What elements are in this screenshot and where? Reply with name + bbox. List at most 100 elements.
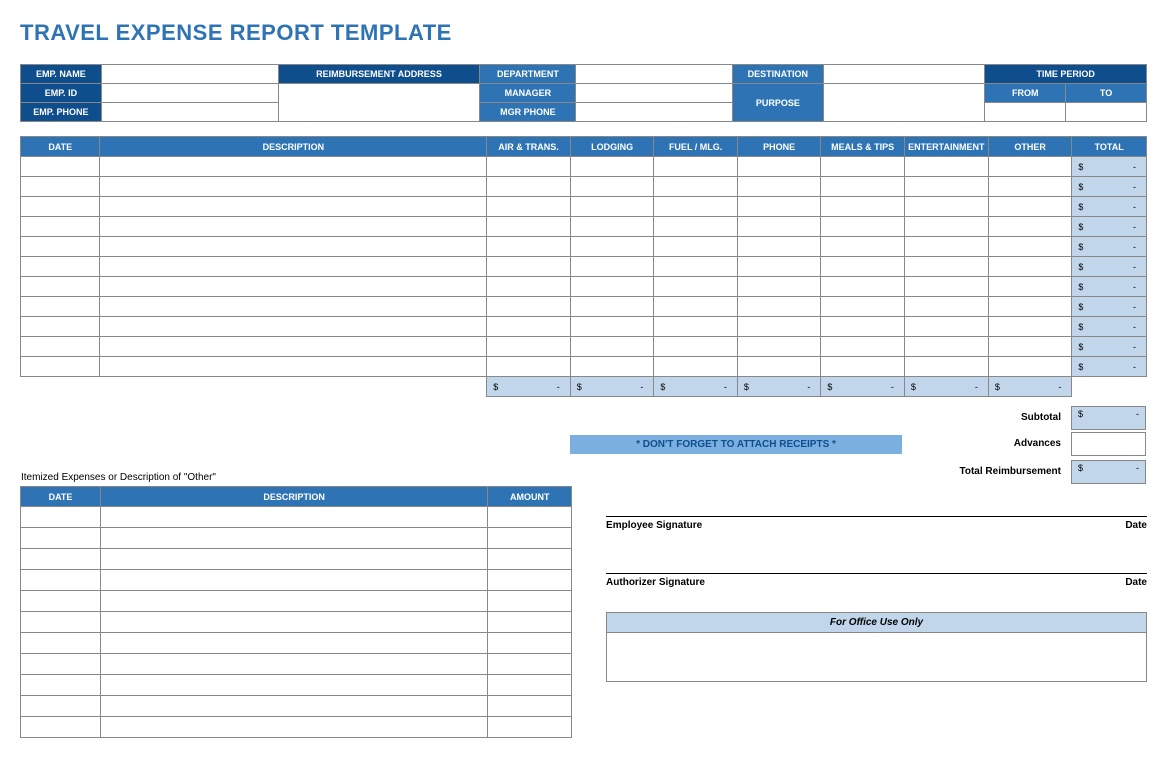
expense-cell[interactable] [487, 237, 571, 257]
expense-cell[interactable] [100, 237, 487, 257]
itemized-cell[interactable] [21, 717, 101, 738]
expense-cell[interactable] [904, 177, 988, 197]
expense-cell[interactable] [570, 297, 654, 317]
expense-cell[interactable] [737, 257, 821, 277]
itemized-cell[interactable] [21, 696, 101, 717]
expense-cell[interactable] [904, 357, 988, 377]
expense-cell[interactable] [988, 357, 1072, 377]
expense-cell[interactable] [988, 317, 1072, 337]
itemized-cell[interactable] [101, 696, 488, 717]
expense-cell[interactable] [487, 317, 571, 337]
expense-cell[interactable] [654, 157, 737, 177]
expense-cell[interactable] [821, 177, 905, 197]
expense-cell[interactable] [570, 157, 654, 177]
itemized-cell[interactable] [101, 675, 488, 696]
expense-cell[interactable] [821, 197, 905, 217]
expense-cell[interactable] [904, 317, 988, 337]
expense-cell[interactable] [570, 197, 654, 217]
input-manager[interactable] [576, 84, 733, 103]
itemized-cell[interactable] [21, 570, 101, 591]
input-purpose[interactable] [823, 84, 985, 122]
expense-cell[interactable] [487, 157, 571, 177]
expense-cell[interactable] [654, 337, 737, 357]
itemized-cell[interactable] [101, 507, 488, 528]
itemized-cell[interactable] [21, 528, 101, 549]
expense-cell[interactable] [904, 157, 988, 177]
itemized-cell[interactable] [488, 696, 572, 717]
expense-cell[interactable] [904, 257, 988, 277]
expense-cell[interactable] [487, 337, 571, 357]
input-reimb-addr[interactable] [278, 84, 480, 122]
expense-cell[interactable] [21, 357, 100, 377]
expense-cell[interactable] [654, 237, 737, 257]
expense-cell[interactable] [487, 297, 571, 317]
expense-cell[interactable] [100, 337, 487, 357]
expense-cell[interactable] [821, 257, 905, 277]
itemized-cell[interactable] [21, 549, 101, 570]
expense-cell[interactable] [988, 157, 1072, 177]
expense-cell[interactable] [100, 177, 487, 197]
expense-cell[interactable] [737, 217, 821, 237]
expense-cell[interactable] [21, 237, 100, 257]
expense-cell[interactable] [654, 277, 737, 297]
itemized-cell[interactable] [101, 549, 488, 570]
expense-cell[interactable] [821, 237, 905, 257]
itemized-cell[interactable] [101, 591, 488, 612]
expense-cell[interactable] [100, 277, 487, 297]
expense-cell[interactable] [821, 357, 905, 377]
itemized-cell[interactable] [21, 675, 101, 696]
itemized-cell[interactable] [101, 528, 488, 549]
expense-cell[interactable] [988, 257, 1072, 277]
expense-cell[interactable] [100, 357, 487, 377]
expense-cell[interactable] [904, 297, 988, 317]
expense-cell[interactable] [737, 177, 821, 197]
expense-cell[interactable] [21, 337, 100, 357]
expense-cell[interactable] [821, 217, 905, 237]
office-use-body[interactable] [607, 633, 1146, 681]
expense-cell[interactable] [988, 297, 1072, 317]
input-emp-phone[interactable] [101, 103, 278, 122]
expense-cell[interactable] [988, 337, 1072, 357]
expense-cell[interactable] [487, 257, 571, 277]
expense-cell[interactable] [487, 177, 571, 197]
expense-cell[interactable] [988, 177, 1072, 197]
expense-cell[interactable] [737, 157, 821, 177]
expense-cell[interactable] [21, 157, 100, 177]
itemized-cell[interactable] [488, 591, 572, 612]
itemized-cell[interactable] [488, 675, 572, 696]
itemized-cell[interactable] [488, 654, 572, 675]
expense-cell[interactable] [570, 337, 654, 357]
itemized-cell[interactable] [101, 633, 488, 654]
expense-cell[interactable] [654, 357, 737, 377]
expense-cell[interactable] [21, 297, 100, 317]
expense-cell[interactable] [21, 177, 100, 197]
itemized-cell[interactable] [21, 612, 101, 633]
expense-cell[interactable] [21, 217, 100, 237]
expense-cell[interactable] [487, 197, 571, 217]
expense-cell[interactable] [821, 277, 905, 297]
itemized-cell[interactable] [488, 549, 572, 570]
itemized-cell[interactable] [101, 612, 488, 633]
expense-cell[interactable] [737, 297, 821, 317]
expense-cell[interactable] [654, 297, 737, 317]
expense-cell[interactable] [654, 177, 737, 197]
expense-cell[interactable] [487, 277, 571, 297]
expense-cell[interactable] [21, 277, 100, 297]
value-advances[interactable] [1071, 432, 1146, 456]
expense-cell[interactable] [737, 317, 821, 337]
employee-signature-line[interactable]: Employee Signature Date [606, 516, 1147, 531]
input-emp-name[interactable] [101, 65, 278, 84]
expense-cell[interactable] [21, 317, 100, 337]
expense-cell[interactable] [988, 277, 1072, 297]
itemized-cell[interactable] [488, 633, 572, 654]
authorizer-signature-line[interactable]: Authorizer Signature Date [606, 573, 1147, 588]
expense-cell[interactable] [570, 177, 654, 197]
expense-cell[interactable] [654, 257, 737, 277]
input-to[interactable] [1066, 103, 1147, 122]
expense-cell[interactable] [821, 297, 905, 317]
expense-cell[interactable] [100, 157, 487, 177]
expense-cell[interactable] [821, 337, 905, 357]
expense-cell[interactable] [821, 317, 905, 337]
expense-cell[interactable] [904, 237, 988, 257]
itemized-cell[interactable] [488, 528, 572, 549]
